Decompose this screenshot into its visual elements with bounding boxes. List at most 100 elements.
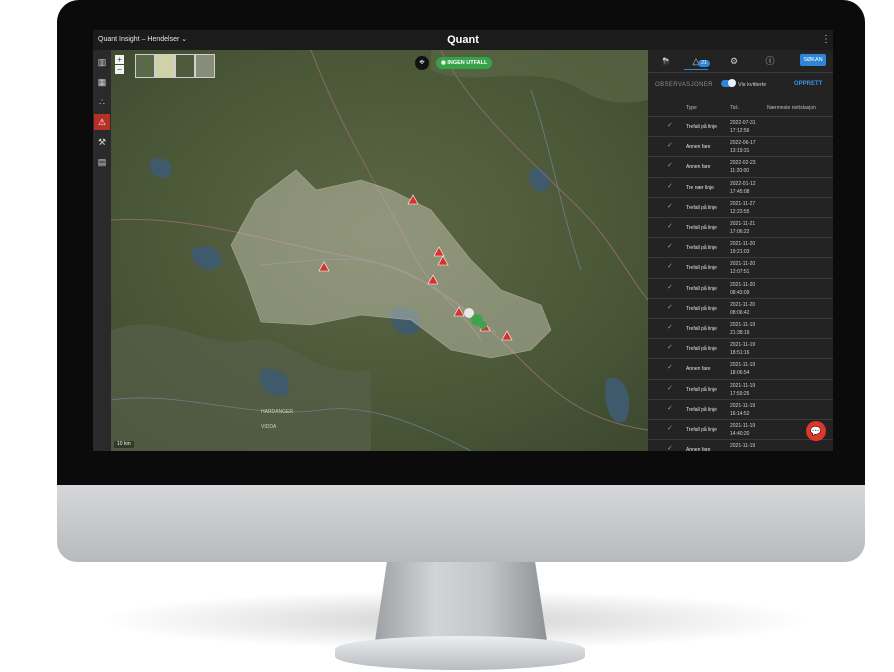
row-time: 16:14:52 [730,410,750,417]
toggle-knob [728,79,736,87]
app-menu-label: Quant Insight – Hendelser [98,36,180,43]
row-date: 2022-02-23 [730,160,756,167]
row-type: Annen fare [686,447,711,451]
row-time: 18:06:54 [730,370,750,377]
check-icon[interactable]: ✓ [667,444,673,451]
locate-icon[interactable]: ⌖ [415,56,429,70]
check-icon[interactable]: ✓ [667,424,673,432]
table-row[interactable]: ✓ Tre nær linje 2022-01-12 17:45:08 [648,176,833,198]
status-pill[interactable]: ◉ INGEN UTFALL [436,57,493,69]
zoom-in-button[interactable]: + [115,55,124,64]
basemap-light-thumb[interactable] [155,54,175,78]
row-type: Tre nær linje [686,184,714,191]
monitor-stand-neck [375,561,547,641]
table-row[interactable]: ✓ Trefall på linje 2021-11-20 08:06:42 [648,297,833,319]
app-menu-button[interactable]: Quant Insight – Hendelser ⌄ [98,30,187,50]
table-row[interactable]: ✓ Trefall på linje 2021-11-20 08:43:09 [648,277,833,299]
more-options-icon[interactable]: ⋮ [821,34,831,46]
check-icon[interactable]: ✓ [667,182,673,190]
row-type: Trefall på linje [686,285,717,292]
table-row[interactable]: ✓ Trefall på linje 2021-11-19 21:38:19 [648,318,833,339]
row-date: 2021-11-19 [730,342,756,349]
table-row[interactable]: ✓ Trefall på linje 2021-11-20 12:07:51 [648,257,833,278]
basemap-satellite-thumb[interactable] [175,54,195,78]
row-date: 2021-11-19 [730,382,756,389]
table-row[interactable]: ✓ Trefall på linje 2021-11-20 19:21:03 [648,237,833,258]
incident-icon[interactable]: ⚠ [94,114,110,130]
status-pill-label: INGEN UTFALL [447,60,488,66]
row-type: Trefall på linje [686,326,717,332]
table-row[interactable]: ✓ Annen fare 2022-02-23 11:20:00 [648,156,833,177]
basemap-topo-thumb[interactable] [135,54,155,78]
check-icon[interactable]: ✓ [667,161,673,169]
table-row[interactable]: ✓ Trefall på linje 2021-11-27 12:23:55 [648,196,833,218]
table-row[interactable]: ✓ Annen fare 2021-11-19 18:06:54 [648,358,833,379]
zoom-out-button[interactable]: − [115,65,124,74]
map-canvas: HARDANGER VIDDA [111,50,648,451]
tools-icon[interactable]: ⚒ [94,134,110,150]
row-time: 17:06:22 [730,229,750,235]
tab-info[interactable]: ⓘ [758,53,782,69]
column-header-station[interactable]: Nærmeste nettstasjon [767,105,816,111]
check-icon[interactable]: ✓ [667,404,673,412]
check-icon[interactable]: ✓ [667,222,673,230]
column-header-type[interactable]: Type [686,105,697,111]
tab-settings[interactable]: ⚙ [722,53,746,69]
check-icon[interactable]: ✓ [667,121,673,129]
place-label: VIDDA [261,424,277,430]
table-row[interactable]: ✓ Trefall på linje 2021-11-19 18:51:16 [648,338,833,359]
basemap-switcher [135,54,215,78]
row-date: 2021-11-20 [730,261,756,268]
row-type: Annen fare [686,144,711,151]
observation-count-badge: 21 [698,60,710,67]
map-view[interactable]: HARDANGER VIDDA + − ⌖ ◉ INGEN UTFALL 10 … [111,50,648,451]
info-icon: ⓘ [765,56,775,66]
row-type: Trefall på linje [686,346,717,353]
grid-icon[interactable]: ▦ [94,74,110,90]
row-time: 19:21:03 [730,249,750,256]
row-time: 08:43:09 [730,289,750,296]
row-time: 11:20:00 [730,168,750,175]
create-button[interactable]: OPPRETT [794,81,822,87]
row-type: Trefall på linje [686,406,717,413]
row-time: 14:40:20 [730,431,750,437]
check-icon[interactable]: ✓ [667,202,673,210]
chat-icon[interactable]: 💬 [806,421,826,441]
table-row[interactable]: ✓ Annen fare 2022-06-17 13:19:31 [648,136,833,157]
check-icon[interactable]: ✓ [667,384,673,392]
table-row[interactable]: ✓ Annen fare 2021-11-19 [648,439,833,451]
row-type: Annen fare [686,366,711,373]
search-button[interactable]: SØKAN [800,54,826,66]
row-date: 2022-07-31 [730,120,756,126]
check-icon[interactable]: ✓ [667,363,673,371]
column-header-time[interactable]: Tid↓ [730,105,739,111]
check-icon[interactable]: ✓ [667,343,673,351]
check-icon[interactable]: ✓ [667,242,673,250]
table-header: Type Tid↓ Nærmeste nettstasjon [648,102,833,116]
check-icon[interactable]: ✓ [667,303,673,311]
monitor-chin [57,484,865,562]
row-date: 2021-11-19 [730,322,756,328]
row-type: Trefall på linje [686,427,717,433]
tab-weather[interactable]: ⛈ [654,53,678,69]
table-row[interactable]: ✓ Trefall på linje 2021-11-21 17:06:22 [648,217,833,238]
basemap-terrain-thumb[interactable] [195,54,215,78]
row-time: 13:19:31 [730,148,750,155]
map-icon[interactable]: ▥ [94,54,110,70]
table-row[interactable]: ✓ Trefall på linje 2021-11-19 17:59:25 [648,378,833,400]
row-time: 21:38:19 [730,330,750,336]
check-icon[interactable]: ✓ [667,323,673,331]
table-row[interactable]: ✓ Trefall på linje 2022-07-31 17:12:56 [648,116,833,137]
row-type: Trefall på linje [686,305,717,312]
check-icon[interactable]: ✓ [667,141,673,149]
table-row[interactable]: ✓ Trefall på linje 2021-11-19 16:14:52 [648,398,833,420]
row-date: 2021-11-20 [730,301,756,308]
row-date: 2021-11-20 [730,241,756,248]
check-icon[interactable]: ✓ [667,283,673,291]
row-type: Trefall på linje [686,225,717,231]
calendar-icon[interactable]: ▤ [94,154,110,170]
check-icon[interactable]: ✓ [667,262,673,270]
section-label: OBSERVASJONER [655,82,713,88]
network-icon[interactable]: ∴ [94,94,110,110]
row-date: 2021-11-27 [730,200,756,207]
